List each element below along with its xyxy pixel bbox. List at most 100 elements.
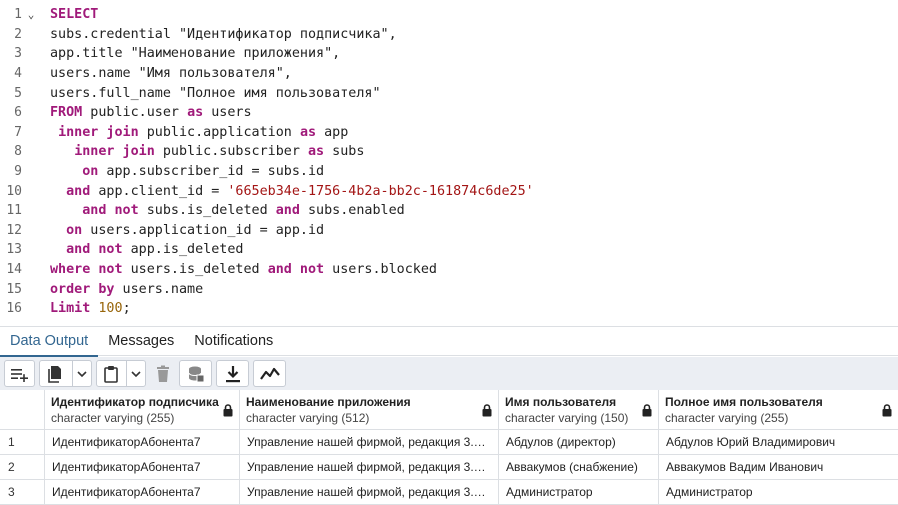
tab-messages[interactable]: Messages [98,327,184,357]
sql-text: subs.credential "Идентификатор подписчик… [50,26,397,42]
column-name: Имя пользователя [505,395,617,409]
sql-text: app.is_deleted [122,242,244,258]
table-cell[interactable]: ИдентификаторАбонента7 [45,455,240,480]
table-row[interactable]: 1 ИдентификаторАбонента7 Управление наше… [0,430,898,455]
table-cell[interactable]: Аввакумов Вадим Иванович [659,455,898,480]
line-number: 5 [14,85,22,101]
table-row[interactable]: 3 ИдентификаторАбонента7 Управление наше… [0,480,898,505]
code-text: Limit 100; [40,301,131,316]
code-text: FROM public.user as users [40,105,252,120]
line-number: 12 [6,222,22,238]
row-number-header [0,390,45,430]
column-type: character varying (255) [51,411,175,425]
sql-text: public.subscriber [154,144,308,160]
table-cell[interactable]: Абдулов Юрий Владимирович [659,430,898,455]
result-tabs: Data Output Messages Notifications [0,326,898,357]
line-number: 15 [6,281,22,297]
column-header[interactable]: Идентификатор подписчика character varyi… [45,390,240,430]
line-number: 14 [6,262,22,278]
lock-icon [882,404,892,417]
table-cell[interactable]: Аввакумов (снабжение) [499,455,659,480]
row-number: 1 [0,430,45,455]
code-text: inner join public.application as app [40,125,348,140]
download-icon [225,365,240,382]
table-cell[interactable]: Администратор [499,480,659,505]
sql-keyword: and not [82,203,139,219]
column-type: character varying (512) [246,411,370,425]
save-data-button[interactable] [179,360,212,387]
code-line[interactable]: 10 and app.client_id = '665eb34e-1756-4b… [0,181,898,201]
tab-notifications[interactable]: Notifications [184,327,283,357]
sql-text: users.is_deleted [122,262,268,278]
copy-button[interactable] [40,361,72,386]
copy-icon [48,365,61,383]
table-cell[interactable]: ИдентификаторАбонента7 [45,480,240,505]
sql-keyword: and [275,203,300,219]
column-header[interactable]: Имя пользователя character varying (150) [499,390,659,430]
sql-keyword: where not [50,262,123,278]
code-line[interactable]: 14 where not users.is_deleted and not use… [0,260,898,280]
tab-data-output[interactable]: Data Output [0,327,99,357]
table-cell[interactable]: Абдулов (директор) [499,430,659,455]
code-line[interactable]: 5 users.full_name "Полное имя пользовател… [0,83,898,103]
table-cell[interactable]: Администратор [659,480,898,505]
sql-text: app.client_id = [90,183,228,199]
code-line[interactable]: 8 inner join public.subscriber as subs [0,142,898,162]
copy-options-dropdown[interactable] [71,361,91,386]
code-line[interactable]: 4 users.name "Имя пользователя", [0,64,898,84]
line-number: 8 [14,144,22,160]
table-cell[interactable]: Управление нашей фирмой, редакция 3.… [240,480,499,505]
paste-button[interactable] [97,361,126,386]
code-line[interactable]: 6 FROM public.user as users [0,103,898,123]
data-output-toolbar [0,357,898,390]
line-number: 13 [6,242,22,258]
table-row[interactable]: 2 ИдентификаторАбонента7 Управление наше… [0,455,898,480]
fold-chevron-icon[interactable]: ⌄ [22,8,40,21]
code-line[interactable]: 1 ⌄ SELECT [0,5,898,25]
code-line[interactable]: 13 and not app.is_deleted [0,240,898,260]
download-button[interactable] [216,360,249,387]
sql-text: subs.enabled [299,203,405,219]
sql-text: public.application [138,124,300,140]
sql-text: ; [122,301,131,317]
code-line[interactable]: 16 Limit 100; [0,299,898,319]
table-cell[interactable]: ИдентификаторАбонента7 [45,430,240,455]
add-row-button[interactable] [4,360,35,387]
sql-keyword: as [187,105,204,121]
line-number: 6 [14,105,22,121]
sql-text: app [316,124,349,140]
results-grid: Идентификатор подписчика character varyi… [0,390,898,505]
sql-number: 100 [98,301,123,317]
code-line[interactable]: 15 order by users.name [0,279,898,299]
code-line[interactable]: 12 on users.application_id = app.id [0,221,898,241]
code-text: on users.application_id = app.id [40,223,324,238]
code-text: and not subs.is_deleted and subs.enabled [40,203,405,218]
paste-options-dropdown[interactable] [125,361,145,386]
chevron-down-icon [131,370,141,377]
code-line[interactable]: 11 and not subs.is_deleted and subs.enab… [0,201,898,221]
code-text: and not app.is_deleted [40,242,244,258]
code-line[interactable]: 3 app.title "Наименование приложения", [0,44,898,64]
table-cell[interactable]: Управление нашей фирмой, редакция 3.… [240,430,499,455]
delete-button[interactable] [150,360,175,387]
code-text: and app.client_id = '665eb34e-1756-4b2a-… [40,184,534,199]
sql-string: '665eb34e-1756-4b2a-bb2c-161874c6de25' [227,183,534,199]
code-line[interactable]: 2 subs.credential "Идентификатор подписчи… [0,25,898,45]
code-text: app.title "Наименование приложения", [40,46,340,61]
lock-icon [642,404,652,417]
row-number: 3 [0,480,45,505]
sql-editor[interactable]: 1 ⌄ SELECT 2 subs.credential "Идентификатор … [0,0,898,326]
sql-text: users.name "Имя пользователя", [50,66,292,82]
graph-visualiser-button[interactable] [253,360,286,387]
column-header[interactable]: Наименование приложения character varyin… [240,390,499,430]
code-line[interactable]: 7 inner join public.application as app [0,123,898,143]
code-line[interactable]: 9 on app.subscriber_id = subs.id [0,162,898,182]
table-cell[interactable]: Управление нашей фирмой, редакция 3.… [240,455,499,480]
column-header[interactable]: Полное имя пользователя character varyin… [659,390,898,430]
sql-text: public.user [82,105,188,121]
sql-keyword: and [66,183,91,199]
